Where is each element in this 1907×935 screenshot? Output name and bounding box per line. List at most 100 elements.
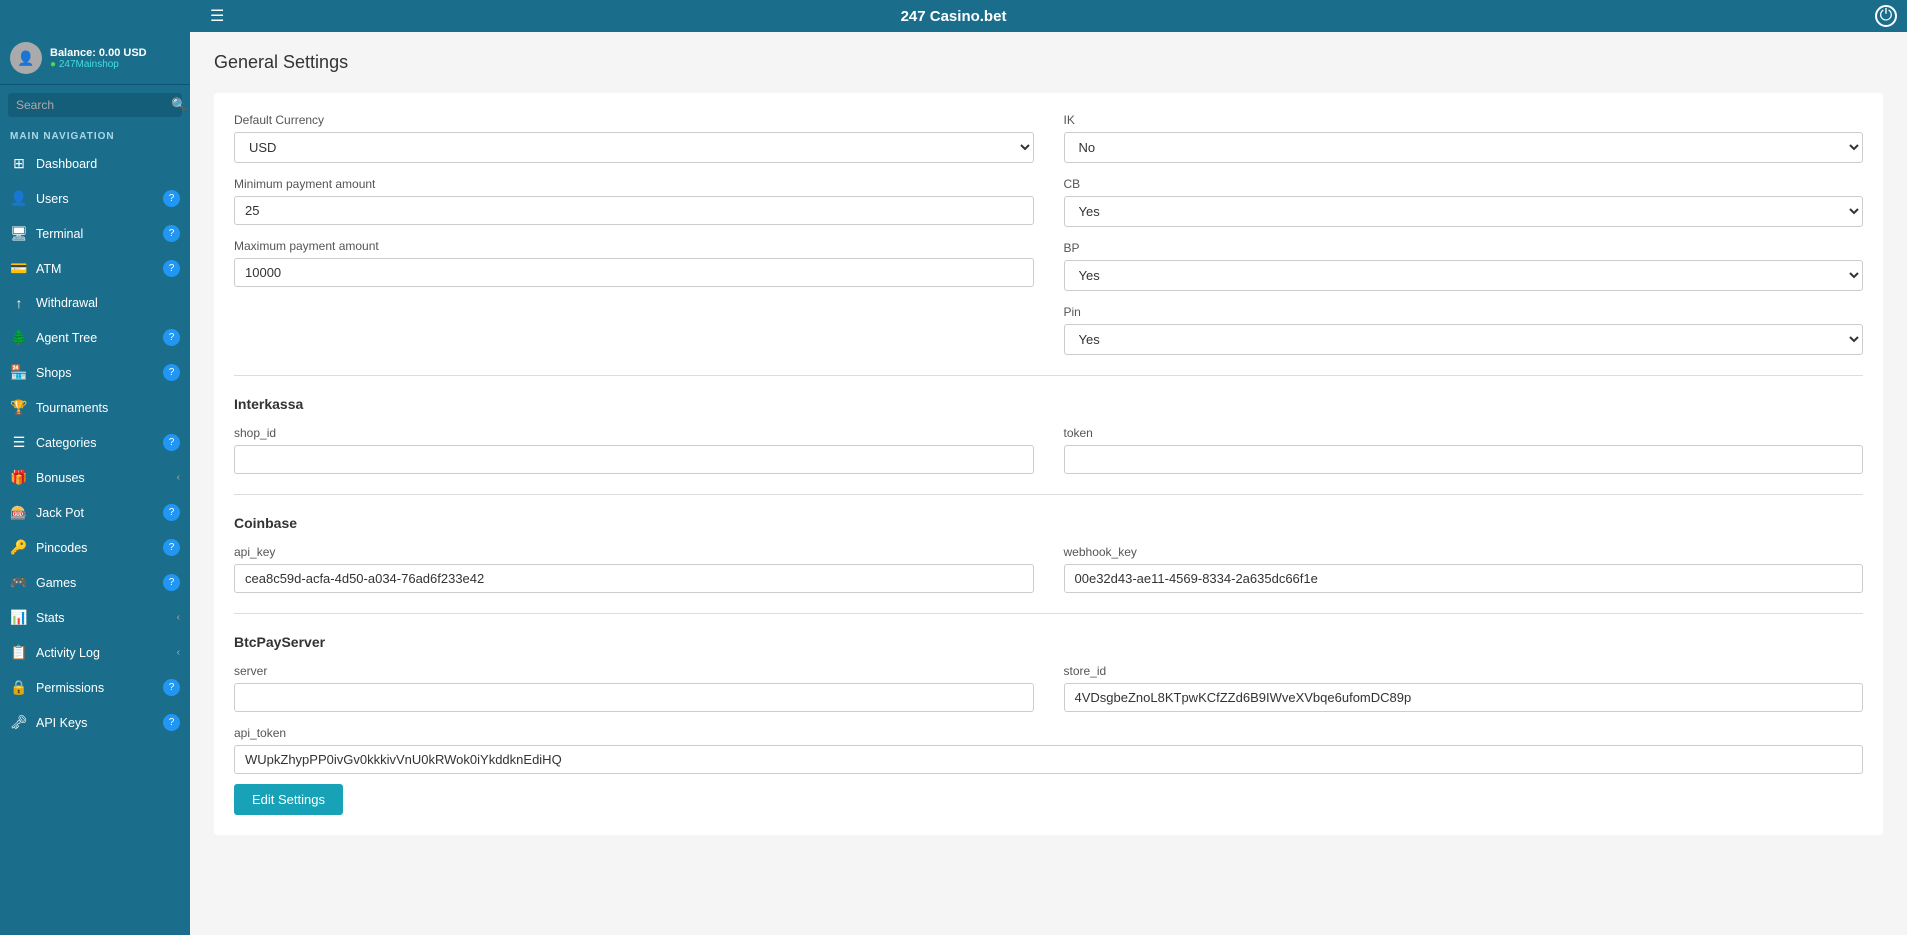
sidebar-item-api-keys[interactable]: 🗝 API Keys ? [0, 705, 190, 740]
avatar: 👤 [10, 42, 42, 74]
store-id-group: store_id [1064, 664, 1864, 712]
ik-label: IK [1064, 113, 1864, 127]
sidebar-item-label: Pincodes [36, 541, 159, 555]
sidebar-item-withdrawal[interactable]: ↑ Withdrawal [0, 286, 190, 320]
min-payment-group: Minimum payment amount [234, 177, 1034, 225]
bp-select[interactable]: Yes No [1064, 260, 1864, 291]
api-token-row: api_token [234, 726, 1863, 774]
sidebar-item-categories[interactable]: ☰ Categories ? [0, 425, 190, 460]
sidebar-item-agent-tree[interactable]: 🌲 Agent Tree ? [0, 320, 190, 355]
left-column: Default Currency USD EUR GBP Minimum pay… [234, 113, 1034, 355]
sidebar-item-games[interactable]: 🎮 Games ? [0, 565, 190, 600]
shop-id-label: shop_id [234, 426, 1034, 440]
sidebar-item-stats[interactable]: 📊 Stats ‹ [0, 600, 190, 635]
sidebar-item-label: ATM [36, 262, 159, 276]
sidebar-item-label: Terminal [36, 227, 159, 241]
app-title: 247 Casino.bet [901, 8, 1007, 25]
sidebar-item-terminal[interactable]: 🖥 Terminal ? [0, 216, 190, 251]
search-button[interactable]: 🔍 [171, 97, 187, 113]
sidebar-item-dashboard[interactable]: ⊞ Dashboard [0, 146, 190, 181]
sidebar-item-tournaments[interactable]: 🏆 Tournaments [0, 390, 190, 425]
sidebar: 👤 Balance: 0.00 USD 247Mainshop 🔍 MAIN N… [0, 32, 190, 935]
permissions-icon: 🔒 [10, 679, 28, 696]
sidebar-item-jackpot[interactable]: 🎰 Jack Pot ? [0, 495, 190, 530]
sidebar-item-label: Jack Pot [36, 506, 159, 520]
stats-chevron: ‹ [177, 612, 180, 623]
coinbase-grid: api_key webhook_key [234, 545, 1863, 593]
sidebar-item-activity-log[interactable]: 📋 Activity Log ‹ [0, 635, 190, 670]
user-shop: 247Mainshop [50, 59, 147, 70]
agent-tree-badge: ? [163, 329, 180, 346]
tournaments-icon: 🏆 [10, 399, 28, 416]
token-input[interactable] [1064, 445, 1864, 474]
sidebar-item-label: Users [36, 192, 159, 206]
sidebar-item-label: API Keys [36, 716, 159, 730]
store-id-input[interactable] [1064, 683, 1864, 712]
jackpot-icon: 🎰 [10, 504, 28, 521]
api-key-group: api_key [234, 545, 1034, 593]
agent-tree-icon: 🌲 [10, 329, 28, 346]
section-divider-2 [234, 494, 1863, 495]
btcpayserver-grid: server store_id [234, 664, 1863, 712]
min-payment-label: Minimum payment amount [234, 177, 1034, 191]
ik-select[interactable]: No Yes [1064, 132, 1864, 163]
btcpayserver-title: BtcPayServer [234, 634, 1863, 650]
sidebar-item-label: Games [36, 576, 159, 590]
search-input[interactable] [16, 98, 171, 112]
server-label: server [234, 664, 1034, 678]
jackpot-badge: ? [163, 504, 180, 521]
pin-select[interactable]: Yes No [1064, 324, 1864, 355]
sidebar-item-label: Stats [36, 611, 173, 625]
sidebar-item-permissions[interactable]: 🔒 Permissions ? [0, 670, 190, 705]
terminal-icon: 🖥 [10, 225, 28, 242]
right-column: IK No Yes CB Yes No BP [1064, 113, 1864, 355]
sidebar-item-shops[interactable]: 🏪 Shops ? [0, 355, 190, 390]
sidebar-item-label: Withdrawal [36, 296, 180, 310]
sidebar-item-users[interactable]: 👤 Users ? [0, 181, 190, 216]
power-icon[interactable]: ⏻ [1875, 5, 1897, 27]
max-payment-input[interactable] [234, 258, 1034, 287]
hamburger-icon[interactable]: ☰ [210, 6, 224, 26]
bp-label: BP [1064, 241, 1864, 255]
default-currency-select[interactable]: USD EUR GBP [234, 132, 1034, 163]
shops-badge: ? [163, 364, 180, 381]
max-payment-group: Maximum payment amount [234, 239, 1034, 287]
sidebar-item-label: Dashboard [36, 157, 180, 171]
section-divider-3 [234, 613, 1863, 614]
interkassa-grid: shop_id token [234, 426, 1863, 474]
server-input[interactable] [234, 683, 1034, 712]
user-info: 👤 Balance: 0.00 USD 247Mainshop [0, 32, 190, 85]
min-payment-input[interactable] [234, 196, 1034, 225]
sidebar-item-pincodes[interactable]: 🔑 Pincodes ? [0, 530, 190, 565]
cb-select[interactable]: Yes No [1064, 196, 1864, 227]
store-id-label: store_id [1064, 664, 1864, 678]
webhook-key-input[interactable] [1064, 564, 1864, 593]
default-currency-label: Default Currency [234, 113, 1034, 127]
sidebar-item-label: Categories [36, 436, 159, 450]
search-box: 🔍 [8, 93, 182, 117]
api-token-input[interactable] [234, 745, 1863, 774]
edit-settings-button[interactable]: Edit Settings [234, 784, 343, 815]
shop-id-input[interactable] [234, 445, 1034, 474]
activity-log-chevron: ‹ [177, 647, 180, 658]
users-icon: 👤 [10, 190, 28, 207]
sidebar-item-atm[interactable]: 💳 ATM ? [0, 251, 190, 286]
cb-label: CB [1064, 177, 1864, 191]
api-token-group: api_token [234, 726, 1863, 774]
activity-log-icon: 📋 [10, 644, 28, 661]
default-currency-group: Default Currency USD EUR GBP [234, 113, 1034, 163]
top-bar-right: ⏻ [1875, 5, 1897, 27]
api-keys-icon: 🗝 [10, 714, 28, 731]
cb-group: CB Yes No [1064, 177, 1864, 227]
ik-group: IK No Yes [1064, 113, 1864, 163]
games-icon: 🎮 [10, 574, 28, 591]
api-key-label: api_key [234, 545, 1034, 559]
atm-badge: ? [163, 260, 180, 277]
shop-id-group: shop_id [234, 426, 1034, 474]
stats-icon: 📊 [10, 609, 28, 626]
api-key-input[interactable] [234, 564, 1034, 593]
general-settings-grid: Default Currency USD EUR GBP Minimum pay… [234, 113, 1863, 355]
withdrawal-icon: ↑ [10, 295, 28, 311]
nav-section-title: MAIN NAVIGATION [0, 125, 190, 146]
sidebar-item-bonuses[interactable]: 🎁 Bonuses ‹ [0, 460, 190, 495]
